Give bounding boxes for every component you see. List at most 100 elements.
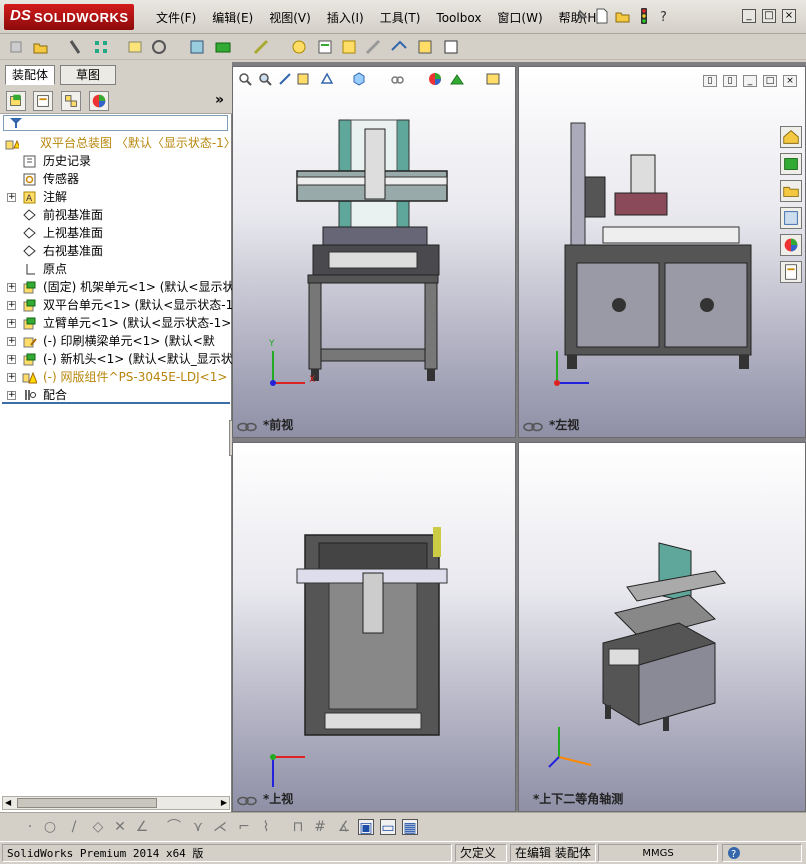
expand-toggle-icon[interactable]: + <box>7 373 16 382</box>
question-icon[interactable]: ? <box>727 846 741 860</box>
close-view-icon[interactable]: × <box>783 75 797 87</box>
pin-icon[interactable] <box>572 7 590 25</box>
grid-icon[interactable]: # <box>312 819 328 835</box>
expand-toggle-icon[interactable]: + <box>7 355 16 364</box>
assembly-features-icon[interactable] <box>214 38 232 56</box>
sketch-picture-icon[interactable]: ▦ <box>402 819 418 836</box>
tile-view-icon[interactable]: □ <box>763 75 777 87</box>
display-manager-icon[interactable] <box>89 91 109 111</box>
section-view-icon[interactable] <box>295 71 311 87</box>
instant3d-icon[interactable] <box>442 38 460 56</box>
new-motion-study-icon[interactable] <box>290 38 308 56</box>
close-icon[interactable]: × <box>782 9 796 23</box>
tree-item[interactable]: 上视基准面 <box>0 224 232 242</box>
new-document-icon[interactable] <box>593 7 611 25</box>
insert-component-icon[interactable] <box>32 38 50 56</box>
mate-icon[interactable] <box>66 38 84 56</box>
smart-dimension-icon[interactable]: ⊓ <box>290 819 306 835</box>
scroll-thumb[interactable] <box>17 798 157 808</box>
view-orientation-icon[interactable] <box>351 71 367 87</box>
exploded-view-icon[interactable] <box>340 38 358 56</box>
more-tabs-button[interactable]: » <box>215 92 224 108</box>
tab-sketch[interactable]: 草图 <box>60 65 116 85</box>
tree-item[interactable]: 前视基准面 <box>0 206 232 224</box>
tree-item[interactable]: + A 注解 <box>0 188 232 206</box>
edit-component-icon[interactable] <box>8 38 26 56</box>
two-view-icon[interactable]: ▯ <box>723 75 737 87</box>
tree-item[interactable]: + 双平台单元<1> (默认<显示状态-1> <box>0 296 232 314</box>
single-view-icon[interactable]: ▯ <box>703 75 717 87</box>
minimize-icon[interactable]: _ <box>742 9 756 23</box>
linear-pattern-icon[interactable] <box>92 38 110 56</box>
smart-fasteners-icon[interactable] <box>126 38 144 56</box>
tree-item[interactable]: 传感器 <box>0 170 232 188</box>
extend-icon[interactable]: ∠ <box>134 819 150 835</box>
expand-toggle-icon[interactable]: + <box>7 337 16 346</box>
expand-toggle-icon[interactable]: + <box>7 301 16 310</box>
tree-horizontal-scrollbar[interactable]: ◀ ▶ <box>2 796 230 810</box>
tree-item[interactable]: + 立臂单元<1> (默认<显示状态-1>) <box>0 314 232 332</box>
clearance-verification-icon[interactable] <box>416 38 434 56</box>
tree-item[interactable]: 原点 <box>0 260 232 278</box>
bill-of-materials-icon[interactable] <box>316 38 334 56</box>
link-views-icon-top[interactable] <box>237 796 257 806</box>
offset-icon[interactable]: ⌒ <box>166 819 182 835</box>
previous-view-icon[interactable] <box>277 71 293 87</box>
dynamic-annotation-icon[interactable] <box>319 71 335 87</box>
explode-line-sketch-icon[interactable] <box>364 38 382 56</box>
viewport-isometric[interactable]: *上下二等角轴测 <box>518 442 806 812</box>
unit-system[interactable]: MMGS <box>598 844 718 862</box>
link-views-icon-left[interactable] <box>523 422 543 432</box>
file-explorer-icon[interactable] <box>780 180 802 202</box>
expand-toggle-icon[interactable]: + <box>7 319 16 328</box>
help-icon[interactable]: ? <box>656 7 674 25</box>
tree-item[interactable]: 右视基准面 <box>0 242 232 260</box>
menu-toolbox[interactable]: Toolbox <box>428 9 489 27</box>
custom-properties-icon[interactable] <box>780 261 802 283</box>
home-icon[interactable] <box>780 126 802 148</box>
expand-toggle-icon[interactable]: + <box>7 391 16 400</box>
traffic-light-icon[interactable] <box>635 7 653 25</box>
circle-icon[interactable]: ○ <box>42 819 58 835</box>
tree-item[interactable]: + (-) 网版组件^PS-3045E-LDJ<1> <box>0 368 232 386</box>
line-icon[interactable]: / <box>66 819 82 835</box>
spline-icon[interactable]: ⌇ <box>258 819 274 835</box>
menu-file[interactable]: 文件(F) <box>148 9 204 27</box>
open-folder-icon[interactable] <box>614 7 632 25</box>
expand-toggle-icon[interactable]: + <box>7 283 16 292</box>
appearances-icon[interactable] <box>780 234 802 256</box>
configuration-manager-icon[interactable] <box>61 91 81 111</box>
solidworks-logo[interactable]: DS SOLIDWORKS <box>4 4 134 30</box>
tab-assembly[interactable]: 装配体 <box>5 65 56 85</box>
edit-appearance-icon[interactable] <box>427 71 443 87</box>
apply-scene-icon[interactable] <box>449 71 465 87</box>
minimize-view-icon[interactable]: _ <box>743 75 757 87</box>
move-component-icon[interactable] <box>150 38 168 56</box>
view-palette-icon[interactable] <box>780 207 802 229</box>
tree-item[interactable]: 双平台总装图 〈默认〈显示状态-1〉 <box>0 134 232 152</box>
feature-manager-icon[interactable] <box>6 91 26 111</box>
show-hidden-icon[interactable] <box>188 38 206 56</box>
polygon-icon[interactable]: ◇ <box>90 819 106 835</box>
link-views-icon[interactable] <box>237 422 257 432</box>
tree-filter-input[interactable] <box>3 115 228 131</box>
viewport-left[interactable]: ▯ ▯ _ □ × *左视 <box>518 66 806 438</box>
scroll-right-icon[interactable]: ▶ <box>221 797 227 809</box>
reference-geometry-icon[interactable] <box>252 38 270 56</box>
3d-sketch-icon[interactable]: ▣ <box>358 819 374 836</box>
status-help[interactable]: ? <box>722 844 802 862</box>
menu-tools[interactable]: 工具(T) <box>372 9 429 27</box>
menu-window[interactable]: 窗口(W) <box>489 9 550 27</box>
tree-item[interactable]: 历史记录 <box>0 152 232 170</box>
corner-rectangle-icon[interactable]: ⌐ <box>236 819 252 835</box>
scroll-left-icon[interactable]: ◀ <box>5 797 11 809</box>
zoom-to-fit-icon[interactable] <box>237 71 253 87</box>
menu-view[interactable]: 视图(V) <box>261 9 319 27</box>
view-sketch-icon[interactable]: ▭ <box>380 819 396 836</box>
mirror-icon[interactable]: ⋎ <box>190 819 206 835</box>
menu-edit[interactable]: 编辑(E) <box>204 9 261 27</box>
view-settings-icon[interactable] <box>485 71 501 87</box>
display-style-icon[interactable] <box>389 71 405 87</box>
interference-detection-icon[interactable] <box>390 38 408 56</box>
point-icon[interactable]: · <box>22 819 38 835</box>
